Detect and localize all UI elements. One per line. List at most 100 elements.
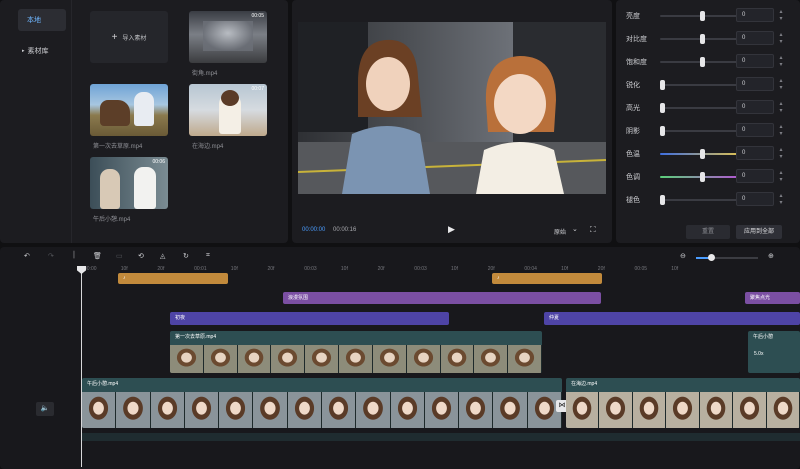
increment-icon[interactable]: ▴: [776, 124, 786, 131]
filter-clip[interactable]: 初夜: [170, 312, 449, 325]
freeze-icon[interactable]: ▭: [116, 252, 128, 264]
slider-knob[interactable]: [660, 126, 665, 136]
split-icon[interactable]: ⏐: [72, 252, 84, 264]
overlay-video-clip[interactable]: 第一次去草原.mp4: [170, 331, 542, 373]
adjust-slider[interactable]: [660, 195, 744, 205]
slider-knob[interactable]: [700, 149, 705, 159]
increment-icon[interactable]: ▴: [776, 32, 786, 39]
slider-knob[interactable]: [700, 11, 705, 21]
nav-local-label: 本地: [27, 17, 41, 24]
decrement-icon[interactable]: ▾: [776, 108, 786, 115]
adjust-value-field[interactable]: 0: [736, 77, 774, 91]
adjust-value-field[interactable]: 0: [736, 31, 774, 45]
adjust-slider[interactable]: [660, 126, 744, 136]
zoom-in-icon[interactable]: ⊕: [768, 252, 780, 264]
play-icon[interactable]: ▶: [448, 224, 455, 235]
audio-clip[interactable]: ♪: [492, 273, 602, 284]
slider-knob[interactable]: [660, 195, 665, 205]
main-video-clip[interactable]: 午后小憩.mp4: [82, 378, 562, 428]
slider-knob[interactable]: [700, 172, 705, 182]
preview-frame-image: [298, 22, 606, 194]
fullscreen-icon[interactable]: ⛶: [590, 225, 596, 235]
decrement-icon[interactable]: ▾: [776, 39, 786, 46]
rotate-icon[interactable]: ↻: [183, 252, 195, 264]
adjust-slider[interactable]: [660, 34, 744, 44]
frame-thumbnail: [339, 345, 373, 373]
adjust-slider[interactable]: [660, 11, 744, 21]
adjust-slider[interactable]: [660, 80, 744, 90]
decrement-icon[interactable]: ▾: [776, 177, 786, 184]
crop-icon[interactable]: ⌗: [206, 252, 218, 264]
adjust-row: 色温 0 ▴ ▾: [616, 142, 800, 165]
zoom-knob[interactable]: [708, 254, 715, 261]
reset-button[interactable]: 重置: [686, 225, 730, 239]
adjust-value-field[interactable]: 0: [736, 123, 774, 137]
adjust-value-field[interactable]: 0: [736, 192, 774, 206]
adjust-value-field[interactable]: 0: [736, 8, 774, 22]
adjust-value-field[interactable]: 0: [736, 146, 774, 160]
slider-knob[interactable]: [700, 34, 705, 44]
adjust-label: 阴影: [626, 128, 640, 135]
media-thumb-seaside[interactable]: 00:07: [189, 84, 267, 136]
increment-icon[interactable]: ▴: [776, 147, 786, 154]
media-thumb-street[interactable]: 00:05: [189, 11, 267, 63]
adjust-label: 饱和度: [626, 59, 647, 66]
empty-track: [82, 433, 800, 441]
adjust-slider[interactable]: [660, 172, 744, 182]
adjust-label: 锐化: [626, 82, 640, 89]
zoom-slider[interactable]: [696, 254, 758, 261]
adjust-value-field[interactable]: 0: [736, 54, 774, 68]
frame-thumbnail: [372, 345, 407, 373]
mirror-icon[interactable]: ◬: [160, 252, 172, 264]
adjust-value-field[interactable]: 0: [736, 169, 774, 183]
nav-local-tab[interactable]: 本地: [18, 9, 66, 31]
chevron-down-icon[interactable]: ⌄: [572, 225, 578, 233]
effect-clip[interactable]: 浪漫氛围: [283, 292, 601, 304]
frame-thumbnail: [321, 392, 357, 428]
increment-icon[interactable]: ▴: [776, 170, 786, 177]
delete-icon[interactable]: 🗑: [93, 252, 105, 264]
speed-badge: 5.0x: [754, 351, 764, 357]
adjust-slider[interactable]: [660, 149, 744, 159]
reverse-icon[interactable]: ⟲: [138, 252, 150, 264]
mute-audio-icon[interactable]: 🔈: [36, 402, 54, 416]
video-clip-label: 在海边.mp4: [571, 381, 598, 387]
decrement-icon[interactable]: ▾: [776, 131, 786, 138]
media-thumb-afternoon[interactable]: 00:06: [90, 157, 168, 209]
media-caption: 在海边.mp4: [192, 144, 224, 150]
decrement-icon[interactable]: ▾: [776, 200, 786, 207]
effect-clip[interactable]: 聚焦点光: [745, 292, 800, 304]
undo-icon[interactable]: ↶: [24, 252, 36, 264]
nav-library-tab[interactable]: ▸ 素材库: [18, 40, 66, 62]
import-media-button[interactable]: + 导入素材: [90, 11, 168, 63]
increment-icon[interactable]: ▴: [776, 101, 786, 108]
adjust-slider[interactable]: [660, 103, 744, 113]
adjust-label: 高光: [626, 105, 640, 112]
filter-clip[interactable]: 仲夏: [544, 312, 800, 325]
decrement-icon[interactable]: ▾: [776, 62, 786, 69]
adjust-value-field[interactable]: 0: [736, 100, 774, 114]
increment-icon[interactable]: ▴: [776, 78, 786, 85]
decrement-icon[interactable]: ▾: [776, 16, 786, 23]
ratio-select[interactable]: 原始: [554, 227, 566, 236]
main-video-clip[interactable]: 在海边.mp4: [566, 378, 800, 428]
zoom-out-icon[interactable]: ⊖: [680, 252, 692, 264]
decrement-icon[interactable]: ▾: [776, 85, 786, 92]
slider-knob[interactable]: [660, 80, 665, 90]
slider-knob[interactable]: [700, 57, 705, 67]
adjust-slider[interactable]: [660, 57, 744, 67]
slider-knob[interactable]: [660, 103, 665, 113]
overlay-video-clip[interactable]: 午后小憩 5.0x: [748, 331, 800, 373]
playhead[interactable]: [81, 267, 82, 467]
preview-video[interactable]: [298, 22, 606, 194]
adjust-row: 亮度 0 ▴ ▾: [616, 4, 800, 27]
increment-icon[interactable]: ▴: [776, 193, 786, 200]
media-thumb-grassland[interactable]: [90, 84, 168, 136]
increment-icon[interactable]: ▴: [776, 55, 786, 62]
increment-icon[interactable]: ▴: [776, 9, 786, 16]
audio-clip[interactable]: ♪: [118, 273, 228, 284]
ruler-tick-label: 10f: [340, 266, 348, 272]
redo-icon[interactable]: ↷: [48, 252, 60, 264]
apply-all-button[interactable]: 应用到全部: [736, 225, 782, 239]
decrement-icon[interactable]: ▾: [776, 154, 786, 161]
